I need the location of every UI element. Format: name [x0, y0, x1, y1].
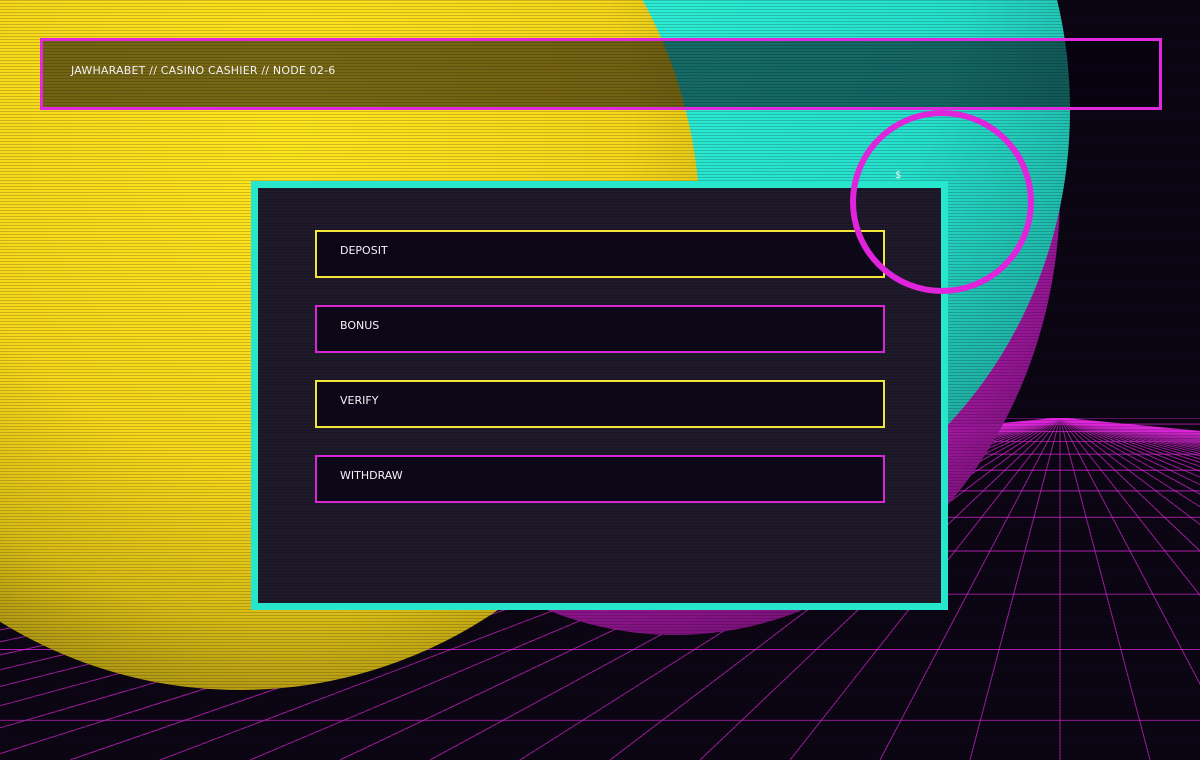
grid-line: [1059, 417, 1200, 436]
deposit-button-label: DEPOSIT: [340, 244, 388, 257]
grid-line: [1059, 417, 1200, 443]
grid-line: [1059, 417, 1200, 472]
app-canvas: JAWHARABET // CASINO CASHIER // NODE 02-…: [0, 0, 1200, 760]
grid-line: [1059, 417, 1200, 450]
withdraw-button-label: WITHDRAW: [340, 469, 403, 482]
grid-line: [1059, 417, 1200, 457]
grid-line: [969, 417, 1061, 760]
dollar-icon: $: [895, 170, 902, 181]
grid-line: [1059, 417, 1200, 449]
ring-icon: [850, 110, 1034, 294]
grid-line: [1059, 417, 1200, 441]
grid-line: [1059, 417, 1200, 442]
grid-line: [1059, 417, 1200, 433]
grid-line: [1059, 417, 1200, 526]
withdraw-button[interactable]: WITHDRAW: [315, 455, 885, 503]
grid-line: [1059, 417, 1200, 686]
grid-line: [1059, 417, 1200, 444]
grid-line: [1059, 417, 1200, 552]
grid-line: [1059, 417, 1200, 433]
grid-line: [1059, 417, 1200, 478]
grid-line: [1059, 417, 1200, 460]
grid-line: [1059, 417, 1200, 440]
grid-line: [1059, 417, 1200, 452]
grid-line: [1059, 417, 1200, 437]
verify-button[interactable]: VERIFY: [315, 380, 885, 428]
grid-line: [1059, 417, 1200, 437]
verify-button-label: VERIFY: [340, 394, 379, 407]
grid-line: [1059, 417, 1200, 467]
grid-line: [1059, 417, 1151, 760]
grid-line: [1059, 417, 1200, 463]
grid-line: [1059, 417, 1200, 435]
grid-line: [1059, 417, 1200, 508]
grid-line: [1059, 417, 1200, 439]
cashier-panel: DEPOSIT BONUS VERIFY WITHDRAW: [251, 181, 948, 610]
grid-line: [1059, 417, 1200, 454]
grid-line: [1059, 417, 1200, 597]
grid-line: [1059, 417, 1200, 435]
grid-line: [1059, 417, 1200, 495]
bonus-button[interactable]: BONUS: [315, 305, 885, 353]
grid-line: [1059, 417, 1200, 438]
deposit-button[interactable]: DEPOSIT: [315, 230, 885, 278]
header-title: JAWHARABET // CASINO CASHIER // NODE 02-…: [71, 64, 336, 77]
grid-line: [1059, 417, 1200, 436]
bonus-button-label: BONUS: [340, 319, 380, 332]
grid-line: [1059, 417, 1200, 486]
grid-line: [1059, 417, 1200, 434]
grid-line: [1059, 417, 1200, 432]
header-bar: JAWHARABET // CASINO CASHIER // NODE 02-…: [40, 38, 1162, 110]
grid-line: [1059, 417, 1200, 439]
grid-line: [1059, 417, 1200, 434]
grid-line: [1059, 417, 1200, 447]
grid-line: [1059, 417, 1200, 446]
grid-line: [1059, 417, 1200, 433]
